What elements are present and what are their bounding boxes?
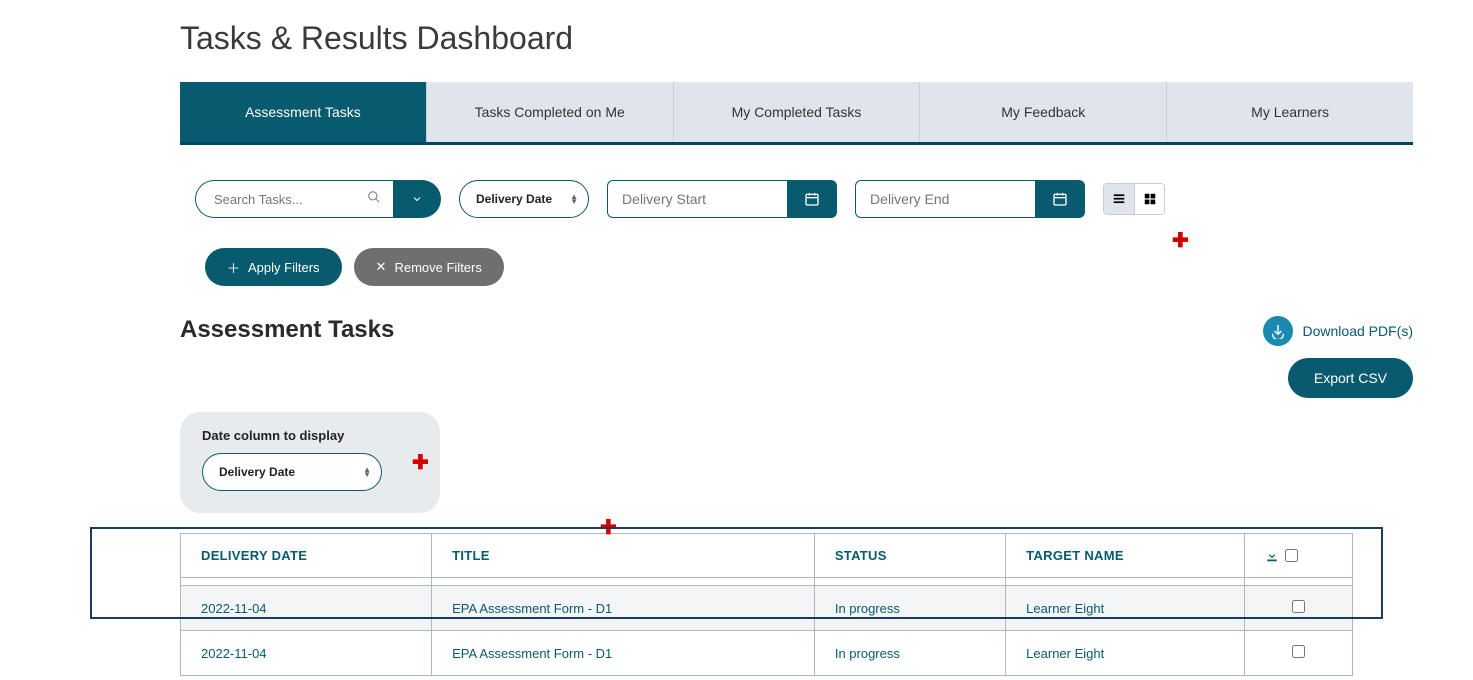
cell-title: EPA Assessment Form - D1 <box>432 586 815 631</box>
remove-filters-label: Remove Filters <box>394 260 481 275</box>
table-spacer-row <box>181 578 1353 586</box>
tab-my-feedback[interactable]: My Feedback <box>920 82 1167 142</box>
cell-status: In progress <box>814 586 1005 631</box>
table-container: ✚ DELIVERY DATE TITLE STATUS TARGET NAME <box>90 533 1353 676</box>
table-header-row: DELIVERY DATE TITLE STATUS TARGET NAME <box>181 534 1353 578</box>
search-dropdown-button[interactable] <box>393 180 441 218</box>
delivery-start-input[interactable] <box>607 180 787 218</box>
cell-target: Learner Eight <box>1006 631 1245 676</box>
delivery-start-calendar-button[interactable] <box>787 180 837 218</box>
col-target-name[interactable]: TARGET NAME <box>1006 534 1245 578</box>
cell-target: Learner Eight <box>1006 586 1245 631</box>
tab-completed-on-me[interactable]: Tasks Completed on Me <box>427 82 674 142</box>
row-checkbox[interactable] <box>1292 645 1305 658</box>
list-view-button[interactable] <box>1104 184 1134 214</box>
grid-view-button[interactable] <box>1134 184 1164 214</box>
download-pdf-link[interactable]: Download PDF(s) <box>1263 316 1413 346</box>
view-toggle <box>1103 183 1165 215</box>
apply-filters-label: Apply Filters <box>248 260 320 275</box>
tab-my-completed[interactable]: My Completed Tasks <box>674 82 921 142</box>
cell-date: 2022-11-04 <box>181 586 432 631</box>
date-column-select[interactable]: Delivery Date ▲▼ <box>202 453 382 491</box>
col-delivery-date[interactable]: DELIVERY DATE <box>181 534 432 578</box>
select-all-checkbox[interactable] <box>1285 549 1298 562</box>
date-column-value: Delivery Date <box>219 465 295 479</box>
spinner-icon: ▲▼ <box>363 467 371 477</box>
date-column-title: Date column to display <box>202 428 418 443</box>
plus-icon: ＋ <box>227 258 240 277</box>
filter-actions: ＋ Apply Filters ✕ Remove Filters <box>180 248 1413 286</box>
section-title: Assessment Tasks <box>180 316 394 344</box>
delivery-end-input[interactable] <box>855 180 1035 218</box>
col-status[interactable]: STATUS <box>814 534 1005 578</box>
download-pdf-label: Download PDF(s) <box>1303 323 1413 339</box>
list-icon <box>1112 192 1126 206</box>
grid-icon <box>1143 192 1157 206</box>
export-csv-button[interactable]: Export CSV <box>1288 358 1413 398</box>
row-checkbox[interactable] <box>1292 600 1305 613</box>
filters-row: Delivery Date ▲▼ ✚ <box>180 180 1413 218</box>
results-table: DELIVERY DATE TITLE STATUS TARGET NAME 2… <box>180 533 1353 676</box>
col-title[interactable]: TITLE <box>432 534 815 578</box>
col-download <box>1245 534 1353 578</box>
remove-filters-button[interactable]: ✕ Remove Filters <box>354 248 504 286</box>
annotation-marker: ✚ <box>1172 228 1189 253</box>
section-header: Assessment Tasks Download PDF(s) Export … <box>180 316 1413 398</box>
table-row[interactable]: 2022-11-04 EPA Assessment Form - D1 In p… <box>181 631 1353 676</box>
search-input[interactable] <box>195 180 395 218</box>
calendar-icon <box>804 191 820 207</box>
delivery-end-calendar-button[interactable] <box>1035 180 1085 218</box>
annotation-marker: ✚ <box>412 450 429 475</box>
delivery-type-select[interactable]: Delivery Date ▲▼ <box>459 180 589 218</box>
tab-assessment-tasks[interactable]: Assessment Tasks <box>180 82 427 142</box>
cell-title: EPA Assessment Form - D1 <box>432 631 815 676</box>
download-small-icon <box>1265 549 1279 563</box>
close-icon: ✕ <box>376 259 387 275</box>
download-icon <box>1263 316 1293 346</box>
tabs: Assessment Tasks Tasks Completed on Me M… <box>180 82 1413 145</box>
cell-checkbox <box>1245 586 1353 631</box>
cell-status: In progress <box>814 631 1005 676</box>
spinner-icon: ▲▼ <box>570 194 578 204</box>
apply-filters-button[interactable]: ＋ Apply Filters <box>205 248 342 286</box>
page-title: Tasks & Results Dashboard <box>180 20 1413 57</box>
delivery-type-label: Delivery Date <box>476 192 552 206</box>
cell-checkbox <box>1245 631 1353 676</box>
annotation-marker: ✚ <box>600 515 617 540</box>
calendar-icon <box>1052 191 1068 207</box>
cell-date: 2022-11-04 <box>181 631 432 676</box>
date-column-panel: Date column to display Delivery Date ▲▼ … <box>180 412 440 513</box>
table-row[interactable]: 2022-11-04 EPA Assessment Form - D1 In p… <box>181 586 1353 631</box>
tab-my-learners[interactable]: My Learners <box>1167 82 1413 142</box>
